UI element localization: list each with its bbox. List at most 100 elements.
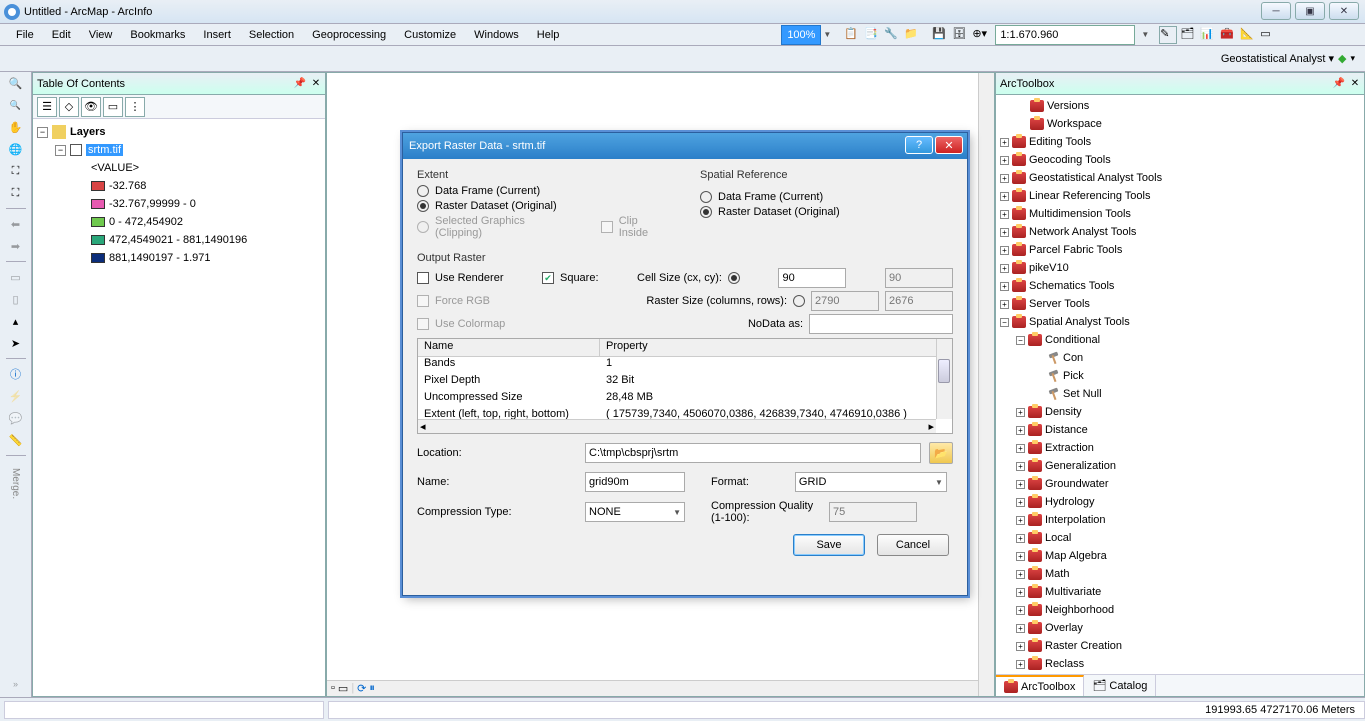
menu-file[interactable]: File [8, 27, 42, 43]
toolset-item[interactable]: +Multivariate [998, 583, 1362, 601]
measure-icon[interactable]: 📏 [7, 431, 25, 449]
tb-icon[interactable]: 📑 [863, 26, 881, 44]
expand-icon[interactable]: » [7, 675, 25, 693]
collapse-icon[interactable]: − [1000, 318, 1009, 327]
expand-icon[interactable]: + [1016, 642, 1025, 651]
collapse-icon[interactable]: − [55, 145, 66, 156]
expand-icon[interactable]: + [1016, 408, 1025, 417]
nodata-input[interactable] [809, 314, 953, 334]
list-by-visibility-icon[interactable]: 👁 [81, 97, 101, 117]
radio-rastersize[interactable] [793, 295, 805, 307]
tb-icon[interactable] [581, 26, 599, 44]
tb-icon[interactable]: ▭ [1259, 26, 1277, 44]
tb-icon[interactable]: 🧰 [1219, 26, 1237, 44]
expand-icon[interactable]: + [1016, 498, 1025, 507]
expand-icon[interactable]: + [1016, 660, 1025, 669]
expand-icon[interactable]: + [1016, 606, 1025, 615]
compression-type-select[interactable]: NONE▼ [585, 502, 685, 522]
fixed-zoom-out-icon[interactable]: ⛶ [7, 184, 25, 202]
toolset-item[interactable]: +Math [998, 565, 1362, 583]
menu-view[interactable]: View [81, 27, 121, 43]
square-checkbox[interactable]: ✔ [542, 272, 554, 284]
radio-extent-rd[interactable] [417, 200, 429, 212]
expand-icon[interactable]: + [1000, 156, 1009, 165]
tb-icon[interactable] [761, 26, 779, 44]
tool-item[interactable]: Con [998, 349, 1362, 367]
select-features-icon[interactable]: ▭ [7, 268, 25, 286]
toolbox-group[interactable]: +Parcel Fabric Tools [998, 241, 1362, 259]
list-by-source-icon[interactable]: ◇ [59, 97, 79, 117]
layer-visibility-checkbox[interactable] [70, 144, 82, 156]
tb-icon[interactable]: 📁 [903, 26, 921, 44]
scrollbar-vertical[interactable] [936, 339, 952, 419]
pan-icon[interactable]: ✋ [7, 118, 25, 136]
tb-icon[interactable]: 📐 [1239, 26, 1257, 44]
radio-cellsize[interactable] [728, 272, 740, 284]
geostat-menu-icon[interactable]: ▾ [1350, 53, 1355, 64]
close-button[interactable]: ✕ [1329, 2, 1359, 20]
tb-icon[interactable] [681, 26, 699, 44]
data-view-icon[interactable]: ▫ [331, 682, 335, 695]
toolset-item[interactable]: +Map Algebra [998, 547, 1362, 565]
radio-spref-df[interactable] [700, 191, 712, 203]
tool-item[interactable]: Set Null [998, 385, 1362, 403]
tool-item[interactable]: Pick [998, 367, 1362, 385]
menu-help[interactable]: Help [529, 27, 568, 43]
editor-icon[interactable]: ✎ [1159, 26, 1177, 44]
scrollbar-horizontal[interactable]: ▫ ▭ | ⟳ ⏸ [327, 680, 978, 696]
hyperlink-icon[interactable]: ⚡ [7, 387, 25, 405]
pin-icon[interactable]: 📌 [1332, 77, 1346, 91]
expand-icon[interactable]: + [1000, 282, 1009, 291]
radio-extent-df[interactable] [417, 185, 429, 197]
options-icon[interactable]: ⋮ [125, 97, 145, 117]
toolbox-group[interactable]: +Editing Tools [998, 133, 1362, 151]
toolset-item[interactable]: +Raster Creation [998, 637, 1362, 655]
forward-icon[interactable]: ➡ [7, 237, 25, 255]
toolset-item[interactable]: +Local [998, 529, 1362, 547]
format-select[interactable]: GRID▼ [795, 472, 947, 492]
tb-icon[interactable]: 🗂 [1179, 26, 1197, 44]
select-elements-icon[interactable]: ▴ [7, 312, 25, 330]
expand-icon[interactable]: + [1016, 426, 1025, 435]
toolbox-group[interactable]: +Geocoding Tools [998, 151, 1362, 169]
toolbox-group[interactable]: +pikeV10 [998, 259, 1362, 277]
tb-icon[interactable] [641, 26, 659, 44]
toolset-item[interactable]: +Interpolation [998, 511, 1362, 529]
maximize-button[interactable]: ▣ [1295, 2, 1325, 20]
dialog-close-button[interactable]: ✕ [935, 136, 963, 154]
fixed-zoom-in-icon[interactable]: ⛶ [7, 162, 25, 180]
layout-view-icon[interactable]: ▭ [338, 682, 348, 695]
tb-icon[interactable]: 📋 [843, 26, 861, 44]
tb-icon[interactable] [621, 26, 639, 44]
expand-icon[interactable]: + [1000, 174, 1009, 183]
zoom-pct[interactable] [781, 25, 821, 45]
collapse-icon[interactable]: − [1016, 336, 1025, 345]
toolset-item[interactable]: +Reclass [998, 655, 1362, 673]
toolbox-group[interactable]: +Server Tools [998, 295, 1362, 313]
collapse-icon[interactable]: − [37, 127, 48, 138]
toolbox-group[interactable]: +Network Analyst Tools [998, 223, 1362, 241]
toolset-item[interactable]: +Extraction [998, 439, 1362, 457]
toolset-conditional[interactable]: −Conditional [998, 331, 1362, 349]
list-by-drawing-icon[interactable]: ☰ [37, 97, 57, 117]
back-icon[interactable]: ⬅ [7, 215, 25, 233]
expand-icon[interactable]: + [1000, 300, 1009, 309]
menu-geoprocessing[interactable]: Geoprocessing [304, 27, 394, 43]
menu-windows[interactable]: Windows [466, 27, 527, 43]
save-button[interactable]: Save [793, 534, 865, 556]
close-icon[interactable]: ✕ [309, 77, 323, 91]
toolset-item[interactable]: +Overlay [998, 619, 1362, 637]
expand-icon[interactable]: + [1016, 624, 1025, 633]
full-extent-icon[interactable]: 🌐 [7, 140, 25, 158]
tb-icon[interactable]: 📊 [1199, 26, 1217, 44]
minimize-button[interactable]: ─ [1261, 2, 1291, 20]
location-input[interactable] [585, 443, 921, 463]
toolset-item[interactable]: +Generalization [998, 457, 1362, 475]
tb-icon[interactable] [721, 26, 739, 44]
geostat-label[interactable]: Geostatistical Analyst ▾ [1221, 52, 1334, 65]
expand-icon[interactable]: + [1000, 192, 1009, 201]
expand-icon[interactable]: + [1016, 570, 1025, 579]
expand-icon[interactable]: + [1016, 480, 1025, 489]
toolbox-group-spatial-analyst[interactable]: −Spatial Analyst Tools [998, 313, 1362, 331]
help-button[interactable]: ? [905, 136, 933, 154]
